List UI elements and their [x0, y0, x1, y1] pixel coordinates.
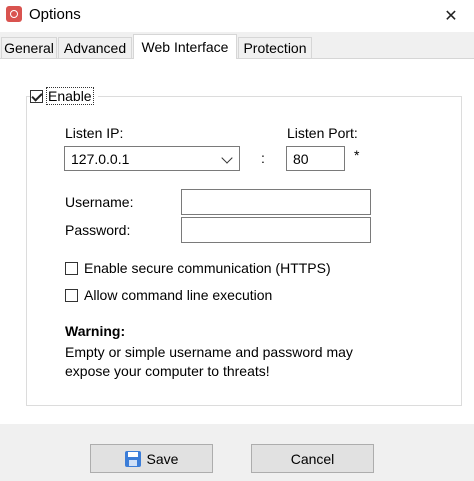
warning-title: Warning: — [65, 323, 126, 339]
listen-port-label: Listen Port: — [287, 125, 358, 141]
cancel-label: Cancel — [290, 450, 335, 467]
enable-checkbox[interactable] — [30, 89, 43, 103]
chevron-down-icon[interactable] — [221, 152, 233, 164]
tab-general[interactable]: General — [1, 37, 57, 58]
https-checkbox-row[interactable]: Enable secure communication (HTTPS) — [65, 260, 331, 276]
listen-ip-value: 127.0.0.1 — [71, 150, 130, 167]
password-input[interactable] — [181, 217, 371, 243]
window-title: Options — [29, 6, 81, 23]
cmdline-checkbox[interactable] — [65, 288, 78, 302]
tab-web-interface[interactable]: Web Interface — [133, 34, 237, 59]
listen-ip-label: Listen IP: — [65, 125, 124, 141]
tab-strip: General Advanced Web Interface Protectio… — [0, 34, 474, 59]
cmdline-label: Allow command line execution — [84, 287, 273, 303]
listen-ip-select[interactable]: 127.0.0.1 — [64, 146, 240, 171]
password-label: Password: — [65, 222, 131, 238]
enable-label: Enable — [46, 87, 94, 105]
username-input[interactable] — [181, 189, 371, 215]
listen-port-input[interactable]: 80 — [286, 146, 345, 171]
cmdline-checkbox-row[interactable]: Allow command line execution — [65, 287, 272, 303]
ip-port-separator: : — [261, 150, 265, 166]
cancel-button[interactable]: Cancel — [251, 444, 374, 473]
tab-protection[interactable]: Protection — [238, 37, 312, 58]
https-checkbox[interactable] — [65, 261, 78, 275]
warning-line-1: Empty or simple username and password ma… — [65, 344, 353, 360]
listen-port-value: 80 — [293, 150, 309, 167]
username-label: Username: — [65, 194, 134, 210]
tab-advanced[interactable]: Advanced — [58, 37, 132, 58]
options-window: Options ✕ General Advanced Web Interface… — [0, 0, 474, 481]
https-label: Enable secure communication (HTTPS) — [84, 260, 331, 276]
required-asterisk: * — [354, 147, 360, 163]
title-bar: Options ✕ — [0, 0, 474, 32]
warning-line-2: expose your computer to threats! — [65, 363, 270, 379]
save-button[interactable]: Save — [90, 444, 213, 473]
enable-checkbox-row[interactable]: Enable — [30, 87, 98, 105]
app-logo-icon — [6, 6, 22, 22]
close-button[interactable]: ✕ — [428, 0, 474, 32]
web-interface-panel: Enable Listen IP: 127.0.0.1 : Listen Por… — [0, 58, 474, 424]
save-label: Save — [146, 450, 179, 467]
floppy-disk-icon — [124, 450, 141, 467]
